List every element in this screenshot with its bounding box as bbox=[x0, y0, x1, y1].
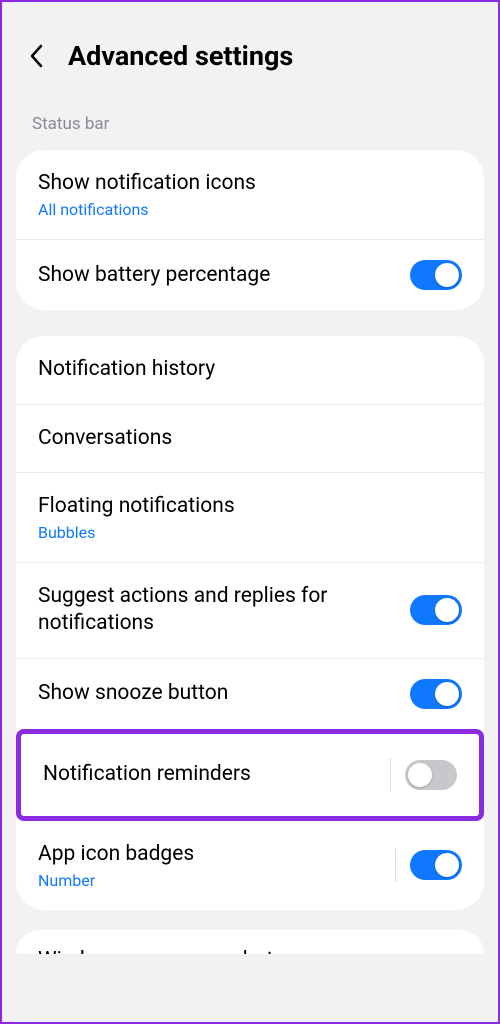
row-show-notification-icons[interactable]: Show notification icons All notification… bbox=[16, 150, 484, 239]
row-conversations[interactable]: Conversations bbox=[16, 404, 484, 472]
page-title: Advanced settings bbox=[68, 40, 293, 72]
toggle-notification-reminders[interactable] bbox=[405, 760, 457, 790]
section-label-status-bar: Status bar bbox=[2, 96, 498, 144]
toggle-app-icon-badges[interactable] bbox=[410, 850, 462, 880]
toggle-battery-percentage[interactable] bbox=[410, 260, 462, 290]
card-notifications-cont: App icon badges Number bbox=[16, 819, 484, 910]
row-title: Floating notifications bbox=[38, 493, 450, 520]
toggle-snooze-button[interactable] bbox=[410, 679, 462, 709]
row-notification-reminders[interactable]: Notification reminders bbox=[21, 734, 479, 816]
vertical-divider bbox=[390, 758, 391, 792]
row-wireless-emergency-partial[interactable]: Wireless emergency alerts bbox=[16, 930, 484, 954]
row-title: Suggest actions and replies for notifica… bbox=[38, 583, 398, 638]
row-show-snooze-button[interactable]: Show snooze button bbox=[16, 658, 484, 729]
back-icon[interactable] bbox=[26, 45, 48, 67]
highlighted-row: Notification reminders bbox=[16, 729, 484, 821]
row-title: App icon badges bbox=[38, 841, 383, 868]
row-floating-notifications[interactable]: Floating notifications Bubbles bbox=[16, 472, 484, 562]
header: Advanced settings bbox=[2, 2, 498, 96]
row-title: Show battery percentage bbox=[38, 262, 398, 289]
row-app-icon-badges[interactable]: App icon badges Number bbox=[16, 821, 484, 910]
row-sub: Number bbox=[38, 871, 383, 890]
row-title: Show snooze button bbox=[38, 680, 398, 707]
row-sub: All notifications bbox=[38, 200, 450, 219]
row-title: Notification history bbox=[38, 356, 450, 383]
vertical-divider bbox=[395, 848, 396, 882]
row-notification-history[interactable]: Notification history bbox=[16, 336, 484, 403]
row-title: Notification reminders bbox=[43, 761, 378, 788]
row-suggest-actions[interactable]: Suggest actions and replies for notifica… bbox=[16, 562, 484, 658]
toggle-suggest-actions[interactable] bbox=[410, 595, 462, 625]
row-show-battery-percentage[interactable]: Show battery percentage bbox=[16, 239, 484, 310]
row-title: Conversations bbox=[38, 425, 450, 452]
row-sub: Bubbles bbox=[38, 523, 450, 542]
row-title: Wireless emergency alerts bbox=[38, 948, 462, 954]
row-title: Show notification icons bbox=[38, 170, 450, 197]
card-status-bar: Show notification icons All notification… bbox=[16, 150, 484, 310]
card-notifications: Notification history Conversations Float… bbox=[16, 336, 484, 730]
